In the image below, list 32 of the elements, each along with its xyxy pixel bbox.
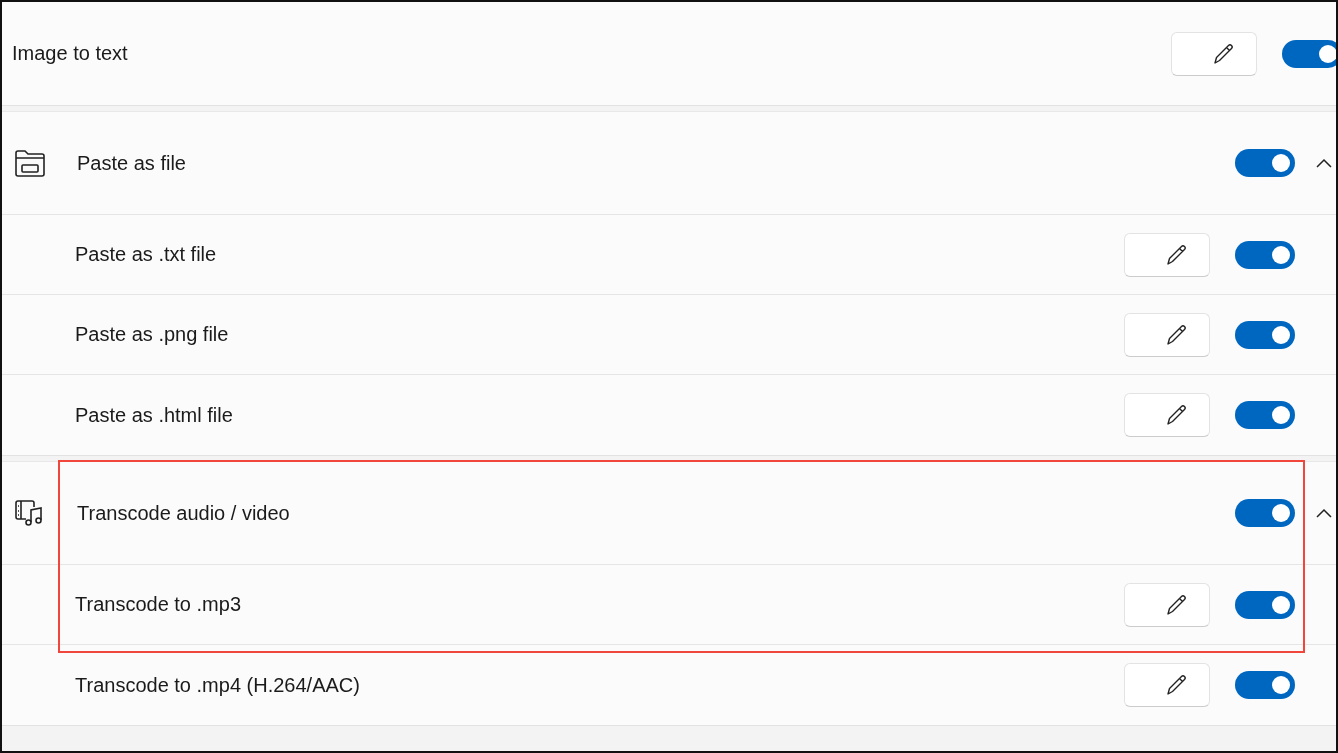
pencil-icon <box>1165 403 1189 427</box>
toggle-switch[interactable] <box>1235 590 1295 619</box>
film-music-icon <box>14 498 44 528</box>
edit-button[interactable] <box>1124 582 1210 627</box>
toggle-switch[interactable] <box>1235 149 1295 177</box>
edit-button[interactable] <box>1124 393 1210 437</box>
pencil-icon <box>1165 592 1189 617</box>
pencil-icon <box>1165 673 1189 697</box>
group-label: Transcode audio / video <box>77 501 291 525</box>
group-label: Paste as file <box>77 151 187 175</box>
setting-label: Paste as .png file <box>75 323 230 346</box>
setting-label: Transcode to .mp3 <box>75 593 242 616</box>
pencil-icon <box>1212 41 1236 66</box>
toggle-switch[interactable] <box>1235 401 1295 429</box>
toggle-switch[interactable] <box>1235 320 1295 349</box>
pencil-icon <box>1165 242 1189 267</box>
edit-button[interactable] <box>1124 232 1210 277</box>
setting-label: Paste as .html file <box>75 403 234 427</box>
toggle-switch[interactable] <box>1235 671 1295 699</box>
edit-button[interactable] <box>1124 663 1210 707</box>
edit-button[interactable] <box>1171 31 1257 76</box>
chevron-up-icon[interactable] <box>1316 158 1332 168</box>
pencil-icon <box>1165 322 1189 347</box>
chevron-up-icon[interactable] <box>1316 508 1332 518</box>
toggle-switch[interactable] <box>1282 39 1336 68</box>
setting-label: Image to text <box>12 42 129 65</box>
toggle-switch[interactable] <box>1235 240 1295 269</box>
folder-icon <box>14 148 46 178</box>
edit-button[interactable] <box>1124 312 1210 357</box>
setting-label: Transcode to .mp4 (H.264/AAC) <box>75 673 361 697</box>
toggle-switch[interactable] <box>1235 499 1295 527</box>
setting-label: Paste as .txt file <box>75 243 218 266</box>
